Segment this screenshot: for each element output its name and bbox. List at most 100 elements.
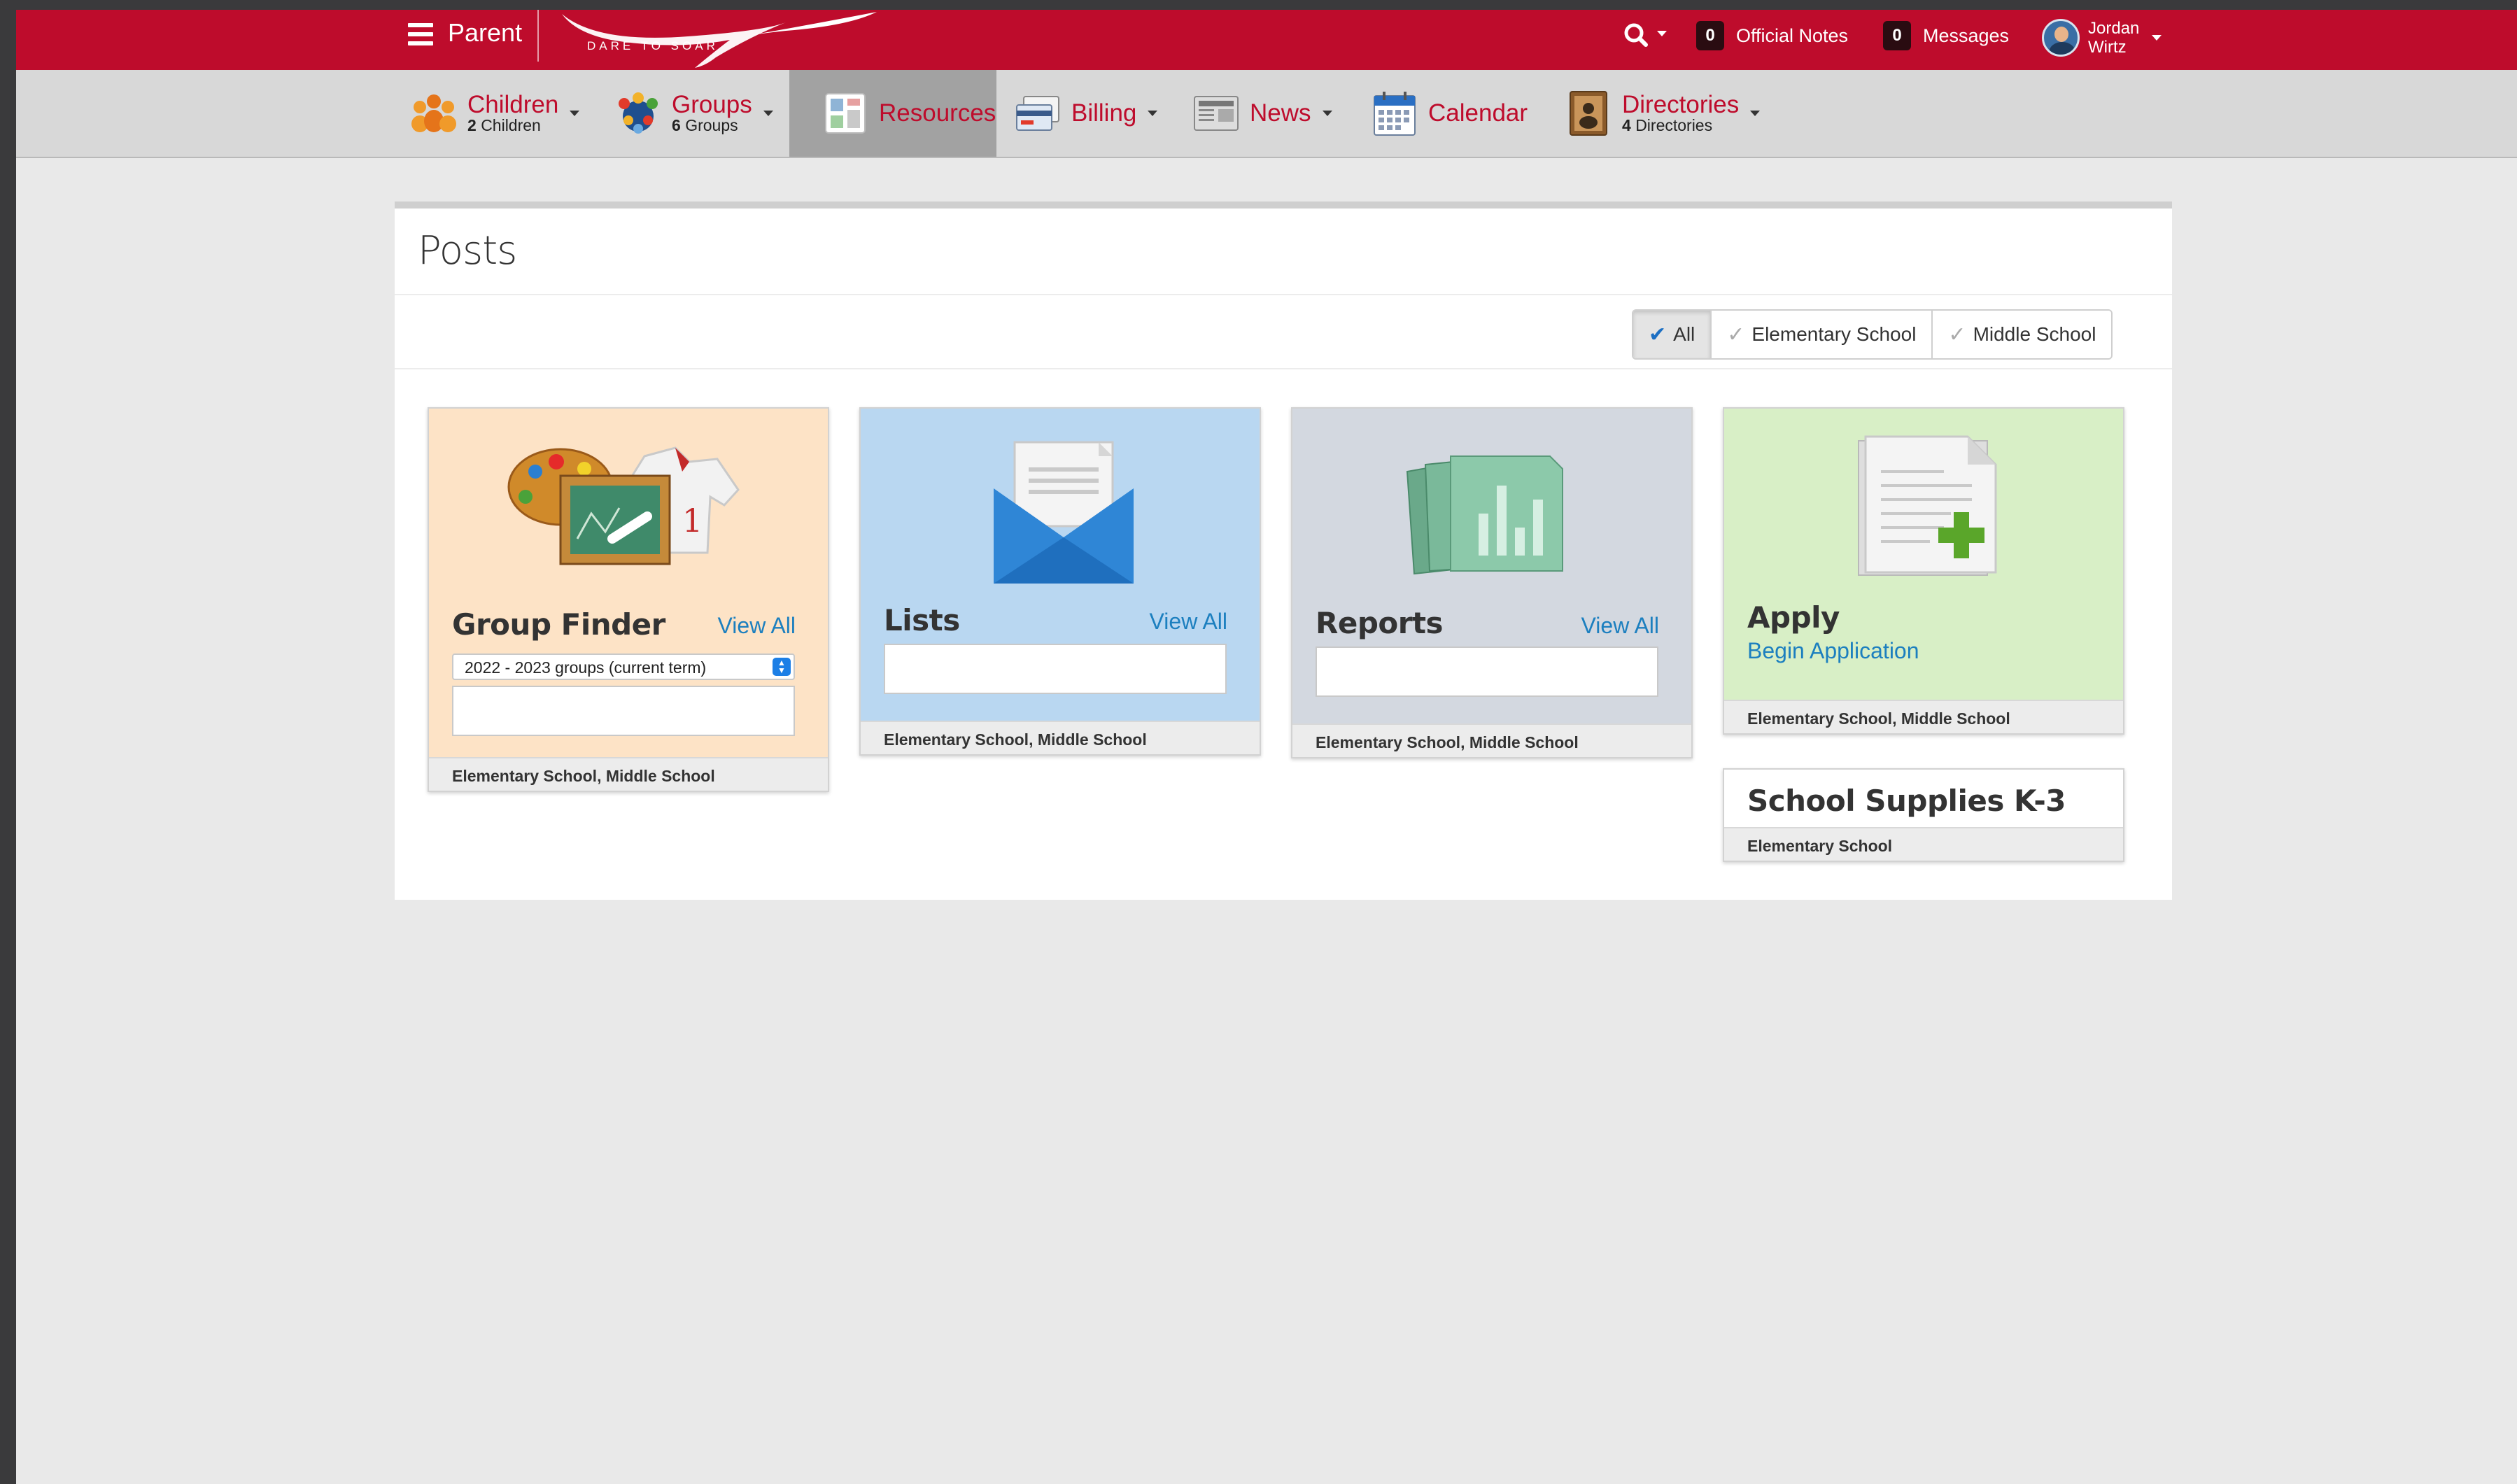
school-supplies-schools: Elementary School <box>1724 827 2123 861</box>
official-notes-label: Official Notes <box>1736 24 1849 46</box>
messages-count: 0 <box>1883 21 1911 50</box>
nav-resources-label: Resources <box>879 99 996 127</box>
lists-card: Lists View All Elementary School, Middle… <box>859 407 1261 756</box>
reports-title: Reports <box>1316 606 1444 640</box>
nav-directories-label: Directories <box>1622 91 1740 118</box>
filter-elementary-school[interactable]: ✓ Elementary School <box>1712 311 1933 358</box>
nav-news[interactable]: News <box>1192 70 1332 157</box>
avatar <box>2042 19 2080 57</box>
user-menu[interactable]: Jordan Wirtz <box>2042 13 2162 62</box>
nav-children-subtext: Children <box>481 116 541 134</box>
svg-text:1: 1 <box>682 502 703 539</box>
chevron-down-icon <box>1750 111 1761 116</box>
chevron-down-icon <box>1322 111 1332 116</box>
filter-elementary-label: Elementary School <box>1751 323 1917 345</box>
lists-title: Lists <box>884 603 960 637</box>
divider <box>395 294 2172 295</box>
group-finder-schools: Elementary School, Middle School <box>429 757 828 791</box>
official-notes-count: 0 <box>1696 21 1724 50</box>
term-select-value: 2022 - 2023 groups (current term) <box>465 658 707 677</box>
main-nav: Children 2 Children Groups 6 Groups Reso… <box>16 70 2517 158</box>
begin-application-link[interactable]: Begin Application <box>1747 638 1919 664</box>
reports-card-body: Reports View All <box>1292 409 1691 725</box>
envelope-icon <box>994 441 1134 584</box>
official-notes-link[interactable]: 0 Official Notes <box>1696 20 1848 52</box>
group-finder-view-all-link[interactable]: View All <box>718 613 796 639</box>
user-first-name: Jordan <box>2088 19 2140 38</box>
school-supplies-card[interactable]: School Supplies K-3 Elementary School <box>1723 768 2124 862</box>
check-icon: ✔ <box>1649 323 1667 346</box>
apply-card-body: Apply Begin Application <box>1724 409 2123 701</box>
nav-groups-count: 6 <box>672 116 681 134</box>
term-select[interactable]: 2022 - 2023 groups (current term) ▲ ▼ <box>452 653 795 680</box>
messages-label: Messages <box>1923 24 2010 46</box>
billing-icon <box>1014 90 1062 137</box>
nav-groups[interactable]: Groups 6 Groups <box>614 70 773 157</box>
menu-icon[interactable] <box>408 23 433 45</box>
nav-resources[interactable]: Resources <box>789 70 996 157</box>
check-icon: ✓ <box>1727 323 1745 346</box>
group-finder-card-body: 1 Group Finder View All 2022 - 2023 grou… <box>429 409 828 758</box>
top-bar: Parent DARE TO SOAR 0 Official Notes 0 M… <box>16 10 2517 70</box>
add-document-icon <box>1858 435 1997 576</box>
nav-directories[interactable]: Directories 4 Directories <box>1565 70 1761 157</box>
calendar-icon <box>1371 90 1418 137</box>
chevron-down-icon <box>2152 35 2162 41</box>
app-window: Parent DARE TO SOAR 0 Official Notes 0 M… <box>16 10 2517 1484</box>
apply-card: Apply Begin Application Elementary Schoo… <box>1723 407 2124 735</box>
nav-directories-count: 4 <box>1622 116 1631 134</box>
lists-card-body: Lists View All <box>861 409 1260 722</box>
nav-directories-subtext: Directories <box>1635 116 1713 134</box>
nav-groups-label: Groups <box>672 91 752 118</box>
nav-calendar-label: Calendar <box>1428 99 1528 127</box>
role-label[interactable]: Parent <box>448 18 522 48</box>
lists-view-all-link[interactable]: View All <box>1150 609 1227 635</box>
chevron-down-icon <box>763 111 773 116</box>
nav-children[interactable]: Children 2 Children <box>410 70 580 157</box>
filter-middle-school[interactable]: ✓ Middle School <box>1933 311 2112 358</box>
group-finder-card: 1 Group Finder View All 2022 - 2023 grou… <box>428 407 829 792</box>
reports-icon <box>1406 455 1563 575</box>
apply-title: Apply <box>1747 600 1840 635</box>
news-icon <box>1192 90 1240 137</box>
school-filter-group: ✔ All ✓ Elementary School ✓ Middle Schoo… <box>1632 309 2113 360</box>
divider <box>537 10 539 62</box>
nav-billing[interactable]: Billing <box>1014 70 1158 157</box>
filter-middle-label: Middle School <box>1973 323 2096 345</box>
reports-search-input[interactable] <box>1316 646 1658 697</box>
user-name: Jordan Wirtz <box>2088 19 2139 57</box>
check-icon: ✓ <box>1948 323 1966 346</box>
nav-children-label: Children <box>467 91 559 118</box>
nav-groups-subtext: Groups <box>685 116 738 134</box>
palette-icon: 1 <box>507 446 740 565</box>
apply-schools: Elementary School, Middle School <box>1724 700 2123 733</box>
divider <box>395 368 2172 369</box>
messages-link[interactable]: 0 Messages <box>1883 20 2009 52</box>
children-icon <box>410 90 458 137</box>
lists-search-input[interactable] <box>884 644 1227 694</box>
group-finder-title: Group Finder <box>452 607 665 642</box>
groups-icon <box>614 90 662 137</box>
school-supplies-title[interactable]: School Supplies K-3 <box>1747 784 2066 818</box>
nav-calendar[interactable]: Calendar <box>1371 70 1528 157</box>
chevron-down-icon <box>570 111 580 116</box>
search-button[interactable] <box>1622 20 1671 50</box>
select-arrows-icon: ▲ ▼ <box>773 658 791 676</box>
reports-view-all-link[interactable]: View All <box>1581 613 1659 639</box>
directories-icon <box>1565 90 1612 137</box>
search-icon <box>1624 23 1667 47</box>
filter-all[interactable]: ✔ All <box>1633 311 1712 358</box>
resources-icon <box>822 90 869 137</box>
lists-schools: Elementary School, Middle School <box>861 721 1260 754</box>
posts-panel: Posts ✔ All ✓ Elementary School ✓ Middle… <box>395 202 2172 900</box>
chevron-down-icon <box>1148 111 1158 116</box>
logo-tagline: DARE TO SOAR <box>587 39 719 52</box>
reports-schools: Elementary School, Middle School <box>1292 723 1691 757</box>
group-search-input[interactable] <box>452 686 795 736</box>
user-last-name: Wirtz <box>2088 38 2127 57</box>
nav-children-count: 2 <box>467 116 477 134</box>
page-title: Posts <box>418 228 517 274</box>
filter-all-label: All <box>1673 323 1695 345</box>
nav-billing-label: Billing <box>1071 99 1137 127</box>
nav-news-label: News <box>1250 99 1311 127</box>
